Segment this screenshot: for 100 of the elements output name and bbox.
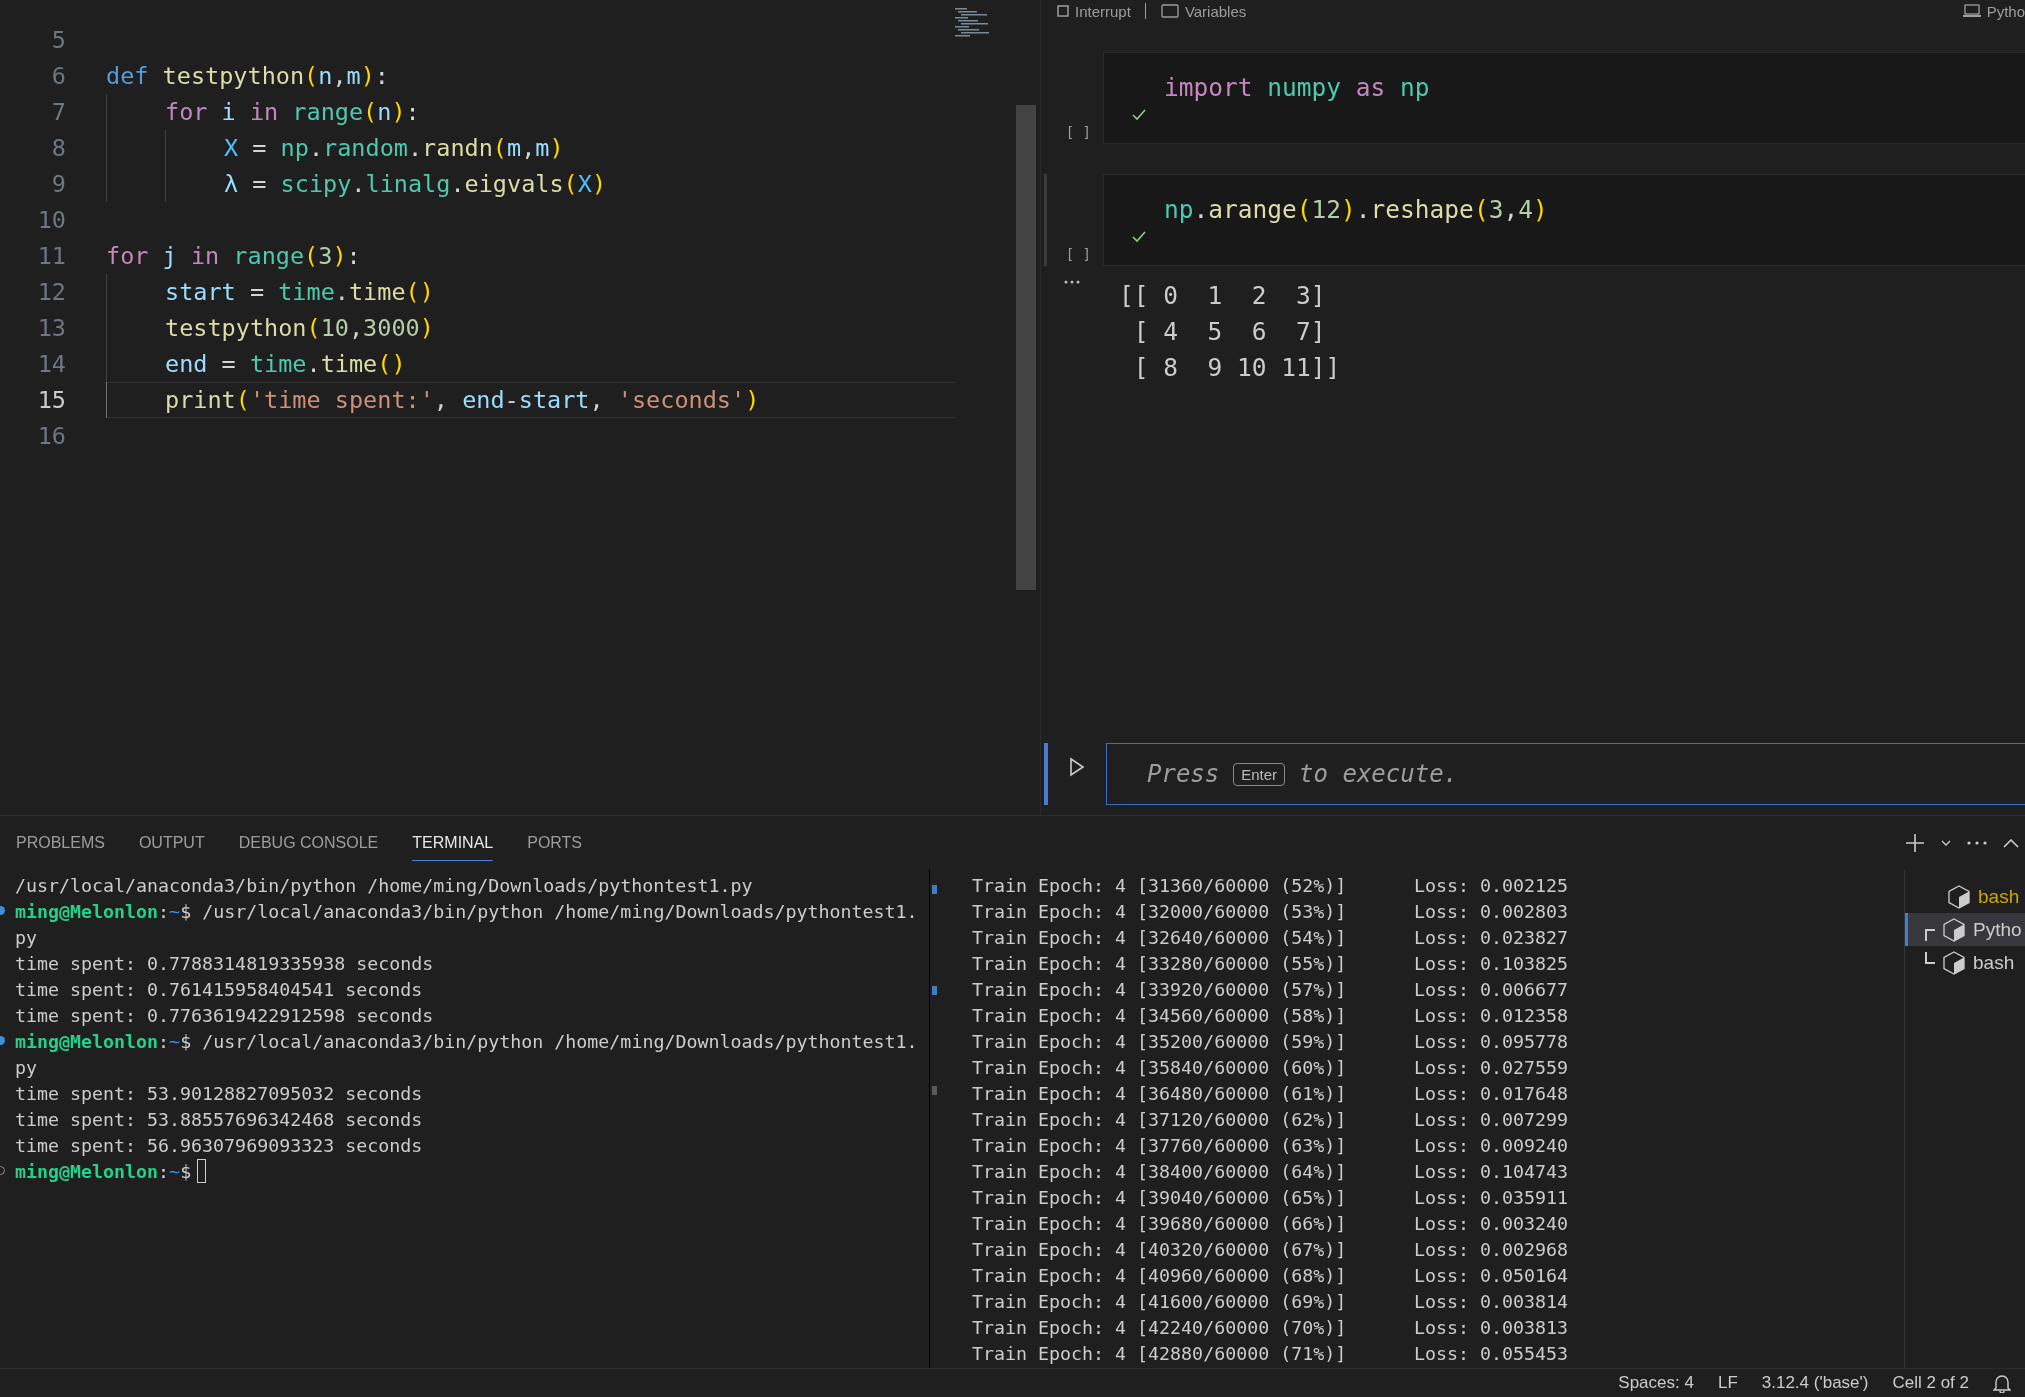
code-line: testpython(10,3000) (165, 314, 434, 342)
status-item[interactable]: 3.12.4 ('base') (1761, 1373, 1869, 1393)
bell-icon[interactable] (1993, 1373, 2011, 1393)
terminal-line: time spent: 56.96307969093323 seconds (15, 1134, 423, 1156)
terminal-line: Train Epoch: 4 [33280/60000 (55%)] (972, 952, 1348, 974)
terminal-line: Loss: 0.050164 (1414, 1264, 1569, 1286)
code-line: end = time.time() (165, 350, 406, 378)
execution-count: [ ] (1065, 124, 1091, 140)
terminal-line: Loss: 0.023827 (1414, 926, 1569, 948)
hint-text: Press (1147, 760, 1220, 788)
line-number: 9 (50, 170, 66, 198)
terminal-line: Train Epoch: 4 [40960/60000 (68%)] (972, 1264, 1348, 1286)
plus-icon[interactable] (1905, 833, 1925, 853)
output-line: [[ 0 1 2 3] (1119, 280, 1327, 312)
variables-button[interactable]: Variables (1184, 2, 1247, 20)
code-line: λ = scipy.linalg.eigvals(X) (224, 170, 607, 198)
terminal-line: Loss: 0.006677 (1414, 978, 1569, 1000)
code-line: for j in range(3): (106, 242, 361, 270)
scrollbar-thumb[interactable] (1016, 105, 1036, 590)
line-number: 12 (36, 278, 66, 306)
terminal-line: Train Epoch: 4 [40320/60000 (67%)] (972, 1238, 1348, 1260)
terminal-line: Loss: 0.002125 (1414, 874, 1569, 896)
terminal-line: Loss: 0.055453 (1414, 1342, 1569, 1364)
terminal-line: py (15, 1056, 37, 1078)
line-number: 13 (36, 314, 66, 342)
line-number: 6 (50, 62, 66, 90)
terminal-line: time spent: 0.7788314819335938 seconds (15, 952, 434, 974)
input-field[interactable]: Press Enter to execute. (1106, 743, 2025, 805)
terminal-line: Train Epoch: 4 [32000/60000 (53%)] (972, 900, 1348, 922)
scroll-marker (932, 885, 937, 894)
code-cell[interactable]: np.arange(12).reshape(3,4) (1103, 174, 2025, 266)
terminal-line: Train Epoch: 4 [33920/60000 (57%)] (972, 978, 1348, 1000)
terminal-line: /usr/local/anaconda3/bin/python /home/ming/Downloads/pythontest1.py (15, 874, 753, 896)
terminal-line: Loss: 0.017648 (1414, 1082, 1569, 1104)
terminal-line: Train Epoch: 4 [36480/60000 (61%)] (972, 1082, 1348, 1104)
cell-code: np.arange(12).reshape(3,4) (1164, 195, 1549, 224)
terminal-list-item[interactable]: Pytho (1905, 913, 2025, 946)
keyboard-key: Enter (1233, 762, 1286, 786)
terminal-line: Train Epoch: 4 [32640/60000 (54%)] (972, 926, 1348, 948)
line-number: 15 (36, 386, 66, 414)
terminal-line: py (15, 926, 37, 948)
terminal-list-item[interactable]: bash (1905, 880, 2025, 913)
terminal-line: Loss: 0.003814 (1414, 1290, 1569, 1312)
terminal-line: Loss: 0.007299 (1414, 1108, 1569, 1130)
toolbar-divider (1144, 3, 1147, 19)
code-line: print('time spent:', end-start, 'seconds') (165, 386, 760, 414)
more-icon[interactable] (1967, 841, 1987, 845)
terminal-line: Train Epoch: 4 [31360/60000 (52%)] (972, 874, 1348, 896)
terminal-cube-icon (1943, 950, 1965, 975)
line-number: 16 (36, 422, 66, 450)
panel-tab[interactable]: PORTS (527, 825, 583, 861)
scroll-marker (932, 1086, 937, 1095)
panel-tab[interactable]: DEBUG CONSOLE (238, 825, 379, 861)
split-connector-icon (1925, 951, 1935, 964)
terminal-line: time spent: 0.761415958404541 seconds (15, 978, 423, 1000)
terminal-line: time spent: 53.90128827095032 seconds (15, 1082, 423, 1104)
panel-tab[interactable]: OUTPUT (138, 825, 205, 861)
code-line: def testpython(n,m): (106, 62, 389, 90)
terminal-line: Loss: 0.035911 (1414, 1186, 1569, 1208)
terminal-line: Loss: 0.095778 (1414, 1030, 1569, 1052)
terminal-line: Train Epoch: 4 [37120/60000 (62%)] (972, 1108, 1348, 1130)
terminal-line: Loss: 0.002803 (1414, 900, 1569, 922)
code-cell[interactable]: import numpy as np (1103, 52, 2025, 144)
terminal-cube-icon (1943, 917, 1965, 942)
terminal-line: Train Epoch: 4 [35840/60000 (60%)] (972, 1056, 1348, 1078)
stop-icon (1057, 5, 1069, 17)
code-line: start = time.time() (165, 278, 434, 306)
terminal-list-item[interactable]: bash (1905, 946, 2025, 979)
run-icon[interactable] (1069, 757, 1085, 777)
panel-tab[interactable]: PROBLEMS (16, 825, 105, 861)
terminal-line: Train Epoch: 4 [37760/60000 (63%)] (972, 1134, 1348, 1156)
terminal-line: Loss: 0.003240 (1414, 1212, 1569, 1234)
terminal-name: bash (1973, 951, 2015, 974)
terminal-line: Train Epoch: 4 [35200/60000 (59%)] (972, 1030, 1348, 1052)
panel-tab[interactable]: TERMINAL (412, 825, 494, 861)
terminal-line: Train Epoch: 4 [42240/60000 (70%)] (972, 1316, 1348, 1338)
chevron-down-icon[interactable] (1941, 840, 1951, 846)
interrupt-button[interactable]: Interrupt (1075, 2, 1131, 20)
terminal-line: time spent: 53.88557696342468 seconds (15, 1108, 423, 1130)
terminal-line: ming@Melonlon:~$ /usr/local/anaconda3/bin/python /home/ming/Downloads/pythontest1. (15, 1030, 918, 1052)
kernel-icon (1962, 4, 1981, 18)
terminal-name: bash (1978, 885, 2020, 908)
status-item[interactable]: Spaces: 4 (1618, 1373, 1694, 1393)
more-icon[interactable] (1064, 280, 1080, 284)
line-number: 7 (50, 98, 66, 126)
terminal-line: Train Epoch: 4 [34560/60000 (58%)] (972, 1004, 1348, 1026)
terminal-line: Loss: 0.009240 (1414, 1134, 1569, 1156)
line-number: 10 (36, 206, 66, 234)
terminal-cube-icon (1948, 884, 1970, 909)
terminal-line: Train Epoch: 4 [39680/60000 (66%)] (972, 1212, 1348, 1234)
terminal-line: Train Epoch: 4 [42880/60000 (71%)] (972, 1342, 1348, 1364)
kernel-picker[interactable]: Pytho (1986, 2, 2025, 20)
chevron-up-icon[interactable] (2003, 838, 2019, 848)
status-item[interactable]: Cell 2 of 2 (1892, 1373, 1969, 1393)
terminal-line: ming@Melonlon:~$ (15, 1160, 192, 1182)
terminal-line: Loss: 0.104743 (1414, 1160, 1569, 1182)
terminal-line: Train Epoch: 4 [38400/60000 (64%)] (972, 1160, 1348, 1182)
status-item[interactable]: LF (1717, 1373, 1738, 1393)
line-number: 5 (50, 26, 66, 54)
variables-icon (1160, 4, 1179, 18)
